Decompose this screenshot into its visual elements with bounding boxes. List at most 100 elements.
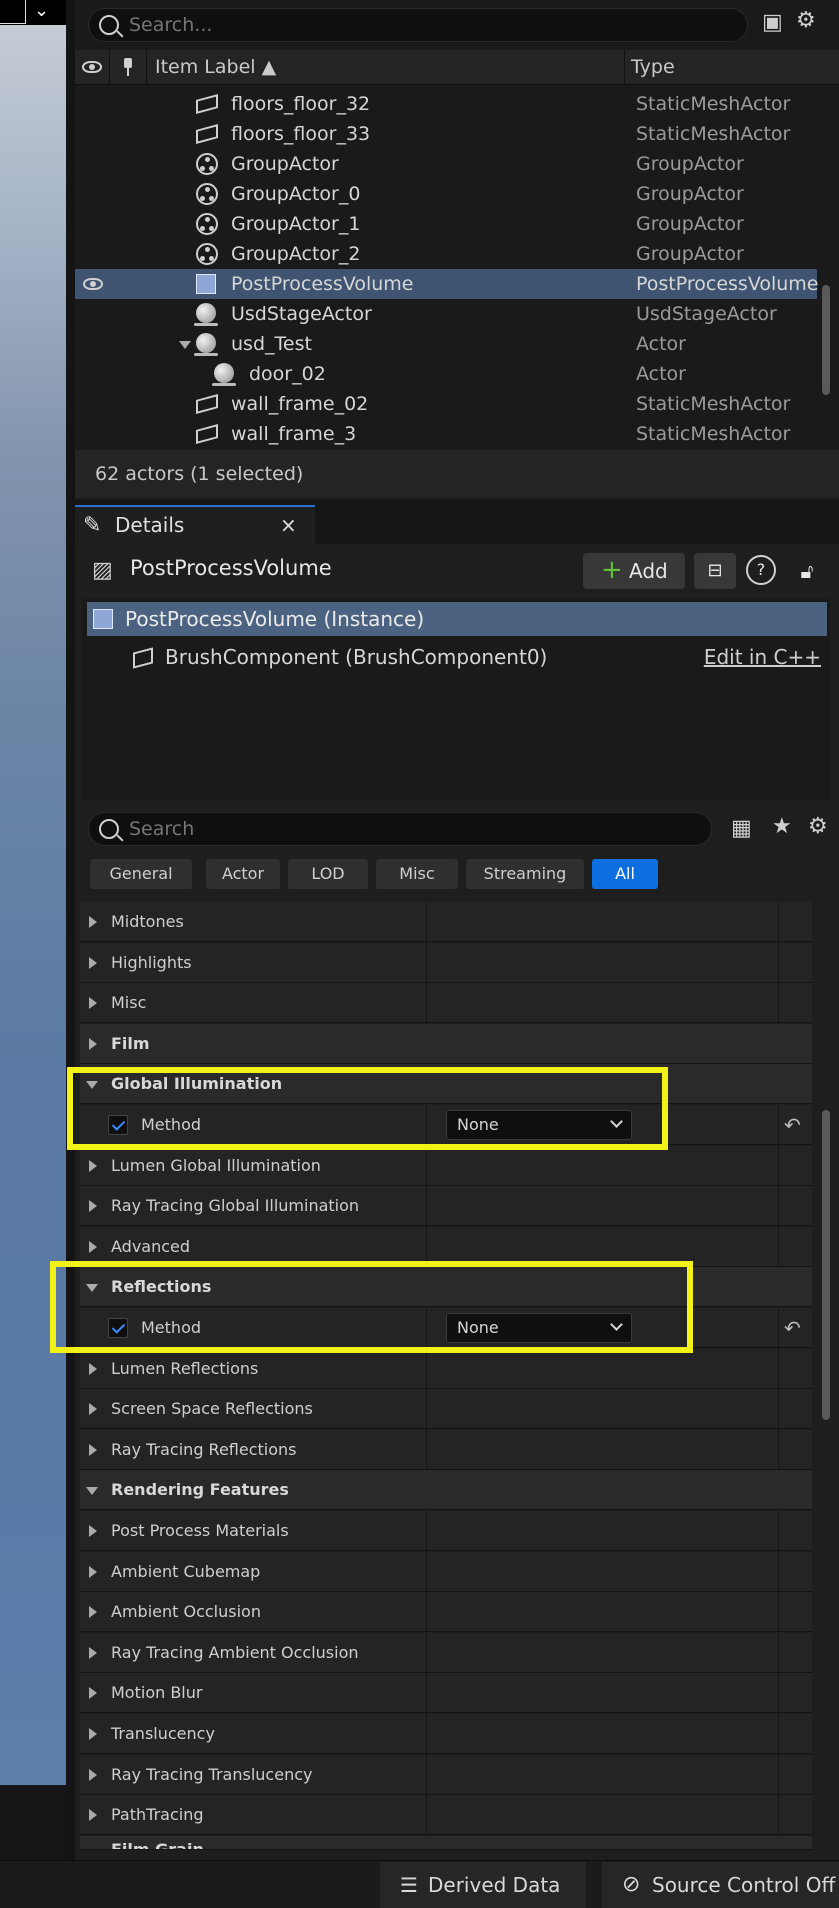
reset-to-default-icon[interactable]: ↶: [784, 1308, 801, 1348]
category-row[interactable]: Rendering Features: [80, 1470, 812, 1510]
viewport[interactable]: [0, 0, 66, 1785]
collapsed-arrow-icon[interactable]: [89, 1566, 97, 1578]
outliner-row[interactable]: GroupActor GroupActor: [75, 149, 817, 179]
subcategory-row[interactable]: Highlights: [80, 943, 812, 983]
table-view-icon[interactable]: ▦: [731, 816, 752, 841]
subcategory-row[interactable]: Lumen Global Illumination: [80, 1146, 812, 1186]
reset-to-default-icon[interactable]: ↶: [784, 1105, 801, 1145]
collapsed-arrow-icon[interactable]: [89, 916, 97, 928]
collapsed-arrow-icon[interactable]: [89, 1241, 97, 1253]
collapsed-arrow-icon[interactable]: [89, 997, 97, 1009]
collapsed-arrow-icon[interactable]: [89, 1728, 97, 1740]
collapsed-arrow-icon[interactable]: [89, 1444, 97, 1456]
outliner-row[interactable]: usd_Test Actor: [75, 329, 817, 359]
outliner-search[interactable]: [88, 8, 748, 42]
filter-all[interactable]: All: [592, 859, 658, 889]
column-divider: [426, 983, 427, 1023]
collapsed-arrow-icon[interactable]: [89, 1363, 97, 1375]
collapsed-arrow-icon[interactable]: [89, 1038, 97, 1050]
details-search-input[interactable]: [129, 817, 689, 841]
actor-name: PostProcessVolume: [130, 556, 332, 580]
subcategory-row[interactable]: Ray Tracing Global Illumination: [80, 1186, 812, 1226]
collapsed-arrow-icon[interactable]: [89, 1769, 97, 1781]
edit-in-cpp-link[interactable]: Edit in C++: [704, 640, 821, 674]
subcategory-row[interactable]: Ray Tracing Ambient Occlusion: [80, 1633, 812, 1673]
column-divider: [778, 1186, 779, 1226]
type-column-header[interactable]: Type: [625, 50, 839, 85]
tab-details[interactable]: ✎ Details ×: [75, 505, 315, 544]
outliner-row[interactable]: GroupActor_2 GroupActor: [75, 239, 817, 269]
collapsed-arrow-icon[interactable]: [89, 1647, 97, 1659]
outliner-row[interactable]: PostProcessVolume PostProcessVolume: [75, 269, 819, 299]
outliner-row-type: StaticMeshActor: [636, 123, 791, 145]
add-folder-icon[interactable]: ▣: [762, 10, 783, 35]
star-icon[interactable]: ★: [772, 814, 792, 839]
source-control-button[interactable]: ⊘ Source Control Off: [602, 1862, 839, 1908]
collapsed-arrow-icon[interactable]: [89, 1687, 97, 1699]
close-icon[interactable]: ×: [280, 507, 297, 544]
outliner-row-type: Actor: [636, 363, 686, 385]
outliner-row[interactable]: UsdStageActor UsdStageActor: [75, 299, 817, 329]
subcategory-row[interactable]: Translucency: [80, 1714, 812, 1754]
outliner-row[interactable]: door_02 Actor: [75, 359, 817, 389]
property-label: Film Grain: [111, 1840, 204, 1850]
subcategory-row[interactable]: PathTracing: [80, 1795, 812, 1835]
outliner-row[interactable]: wall_frame_3 StaticMeshActor: [75, 419, 817, 449]
property-label: PathTracing: [111, 1805, 204, 1824]
help-icon[interactable]: ?: [746, 555, 776, 585]
filter-lod[interactable]: LOD: [288, 859, 368, 889]
outliner-search-input[interactable]: [129, 13, 729, 37]
component-instance[interactable]: PostProcessVolume (Instance): [87, 602, 827, 636]
outliner-row[interactable]: GroupActor_1 GroupActor: [75, 209, 817, 239]
collapsed-arrow-icon[interactable]: [89, 1160, 97, 1172]
visibility-column[interactable]: [75, 50, 110, 85]
collapsed-arrow-icon[interactable]: [89, 1403, 97, 1415]
gear-icon[interactable]: ⚙: [808, 814, 828, 839]
collapsed-arrow-icon[interactable]: [89, 1525, 97, 1537]
subcategory-row[interactable]: Ambient Occlusion: [80, 1592, 812, 1632]
subcategory-row[interactable]: Screen Space Reflections: [80, 1389, 812, 1429]
subcategory-row[interactable]: Lumen Reflections: [80, 1349, 812, 1389]
outliner-row[interactable]: floors_floor_33 StaticMeshActor: [75, 119, 817, 149]
filter-actor[interactable]: Actor: [206, 859, 280, 889]
collapsed-arrow-icon[interactable]: [89, 1606, 97, 1618]
outliner-row[interactable]: GroupActor_0 GroupActor: [75, 179, 817, 209]
derived-data-button[interactable]: ☰ Derived Data: [380, 1862, 586, 1908]
collapsed-arrow-icon[interactable]: [89, 1200, 97, 1212]
details-search[interactable]: [88, 812, 712, 846]
category-row[interactable]: Film Grain: [80, 1836, 812, 1850]
subcategory-row[interactable]: Ambient Cubemap: [80, 1552, 812, 1592]
pin-column[interactable]: [110, 50, 147, 85]
plus-icon: +: [601, 555, 623, 585]
filter-general[interactable]: General: [90, 859, 192, 889]
outliner-row[interactable]: wall_frame_02 StaticMeshActor: [75, 389, 817, 419]
add-component-button[interactable]: + Add: [583, 553, 685, 589]
column-divider: [426, 1146, 427, 1186]
collapsed-arrow-icon[interactable]: [89, 957, 97, 969]
lock-icon[interactable]: 🔓︎: [792, 556, 822, 586]
subcategory-row[interactable]: Post Process Materials: [80, 1511, 812, 1551]
filter-streaming[interactable]: Streaming: [466, 859, 584, 889]
outliner-scrollbar[interactable]: [822, 285, 830, 395]
item-label-column-header[interactable]: Item Label ▲: [147, 50, 625, 85]
category-row[interactable]: Film: [80, 1024, 812, 1064]
subcategory-row[interactable]: Ray Tracing Reflections: [80, 1430, 812, 1470]
subcategory-row[interactable]: Ray Tracing Translucency: [80, 1755, 812, 1795]
subcategory-row[interactable]: Misc: [80, 983, 812, 1023]
expanded-arrow-icon[interactable]: [86, 1487, 98, 1495]
expand-arrow-icon[interactable]: [179, 341, 191, 349]
viewport-menu-icon[interactable]: [0, 0, 26, 24]
subcategory-row[interactable]: Motion Blur: [80, 1673, 812, 1713]
blueprint-icon[interactable]: ⊟: [694, 553, 736, 589]
outliner-row[interactable]: floors_floor_32 StaticMeshActor: [75, 89, 817, 119]
details-scrollbar[interactable]: [822, 1110, 830, 1420]
filter-misc[interactable]: Misc: [376, 859, 458, 889]
outliner-row-type: GroupActor: [636, 213, 744, 235]
collapsed-arrow-icon[interactable]: [89, 1809, 97, 1821]
eye-icon[interactable]: [83, 278, 103, 290]
gear-icon[interactable]: ⚙: [796, 8, 816, 33]
panel-divider[interactable]: [66, 0, 75, 1860]
component-brush[interactable]: BrushComponent (BrushComponent0) Edit in…: [87, 640, 827, 674]
subcategory-row[interactable]: Midtones: [80, 902, 812, 942]
chevron-down-icon[interactable]: ⌄: [34, 0, 49, 21]
